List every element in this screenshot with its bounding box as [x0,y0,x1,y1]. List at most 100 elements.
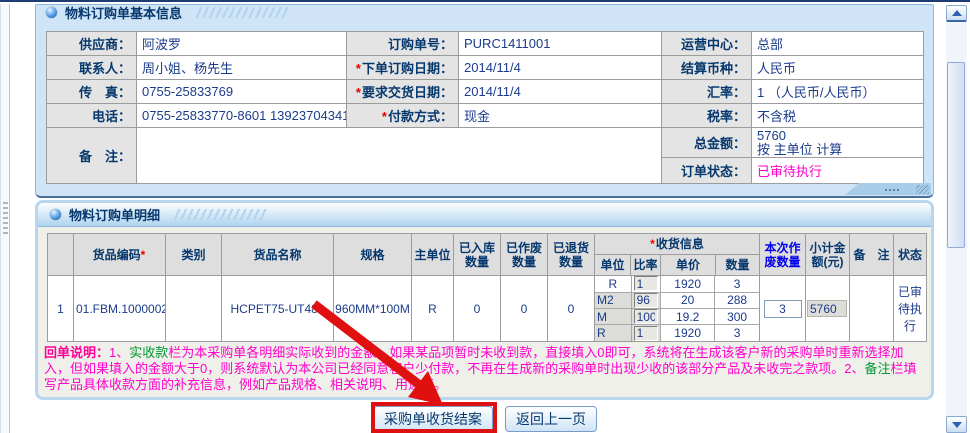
rate-value: 1 （人民币/人民币） [752,80,924,104]
order-date-value: 2014/11/4 [459,56,662,80]
recv-qty: 300 [715,309,759,325]
col-remark: 备 注 [850,234,894,276]
total-value: 5760 按 主单位 计算 [752,128,924,158]
header-hatch-decoration [196,7,288,18]
header-hatch-decoration [174,209,266,220]
rate-label: 汇率： [662,80,752,104]
order-status-value: 已审待执行 [752,158,924,184]
fax-value: 0755-25833769 [137,80,347,104]
col-recv-qty: 数量 [716,255,760,276]
required-mark: * [356,61,361,76]
supplier-value: 阿波罗 [137,32,347,56]
recv-price: 20 [661,292,715,308]
basic-info-header: 物料订购单基本信息 [36,5,933,19]
receiving-row: R 1920 3 [595,325,759,341]
scrollbar-track[interactable] [946,24,967,414]
contact-label: 联系人： [47,56,137,80]
order-date-label: *下单订购日期： [347,56,459,80]
col-void-qty: 已作废数量 [501,234,548,276]
item-code: 01.FBM.1000002 [74,276,166,342]
subtotal-cell [806,276,850,342]
col-in-qty: 已入库数量 [454,234,501,276]
recv-ratio-cell [631,325,661,341]
item-category [166,276,222,342]
arrow-up-icon [952,10,962,16]
settle-receiving-button[interactable]: 采购单收货结案 [373,406,493,432]
item-void-qty: 0 [501,276,548,342]
receiving-row: M 19.2 300 [595,309,759,325]
vertical-scrollbar [946,5,967,433]
scrollbar-thumb[interactable] [947,62,965,248]
note-text: 栏为本采购单各明细实际收到的金额，如果某品项暂时未收到款，直接填入0即可，系统将… [44,345,904,376]
col-return-qty: 已退货数量 [548,234,595,276]
recv-price: 19.2 [661,309,715,325]
scroll-up-button[interactable] [946,5,967,22]
col-main-unit: 主单位 [412,234,454,276]
required-mark: * [356,85,361,100]
tax-label: 税率： [662,104,752,128]
panel-footer [36,183,933,196]
col-row-number [48,234,74,276]
this-void-qty-input[interactable] [764,300,802,318]
receiving-info-cell: R 1920 3 M2 20 288 M [595,276,760,342]
recv-ratio-cell [631,309,661,325]
center-value: 总部 [752,32,924,56]
recv-qty: 3 [715,325,759,341]
total-calc-note: 按 主单位 计算 [757,143,923,157]
receiving-row: M2 20 288 [595,292,759,308]
basic-info-panel: 物料订购单基本信息 供应商： 阿波罗 订购单号： PURC1411001 运营中… [35,4,934,198]
note-keyword: 备注 [864,361,890,376]
required-mark: * [382,109,387,124]
note-label: 回单说明： [44,345,109,360]
section-bullet-icon [46,7,57,18]
total-label: 总金额： [662,128,752,158]
remark-label: 备 注： [47,128,137,184]
back-button[interactable]: 返回上一页 [505,406,597,432]
item-name: HCPET75-UT480 [222,276,334,342]
note-keyword: 实收款 [129,345,168,360]
recv-ratio-input [634,309,659,324]
recv-ratio-input [634,276,659,291]
total-amount: 5760 [757,129,923,143]
receipt-note: 回单说明：1、实收款栏为本采购单各明细实际收到的金额，如果某品项暂时未收到款，直… [44,345,927,393]
splitter-grip-icon [3,202,8,236]
detail-panel: 物料订购单明细 货品编码* 类别 货品名称 规格 主单位 已入库数量 已作废数量… [35,200,934,400]
action-bar: 采购单收货结案 返回上一页 [0,406,970,432]
col-category: 类别 [166,234,222,276]
recv-unit: M2 [595,292,631,308]
recv-unit: R [595,276,631,292]
col-receiving-group: *收货信息 [595,234,760,255]
item-remark [850,276,894,342]
detail-header: 物料订购单明细 [38,203,931,227]
center-label: 运营中心： [662,32,752,56]
this-void-qty-cell [760,276,806,342]
detail-row: 1 01.FBM.1000002 HCPET75-UT480 960MM*100… [48,276,927,342]
item-status: 已审待执行 [894,276,927,342]
detail-title: 物料订购单明细 [69,205,160,224]
recv-qty: 288 [715,292,759,308]
recv-qty: 3 [715,276,759,292]
col-recv-price: 单价 [661,255,716,276]
recv-unit: M [595,309,631,325]
resize-grip-icon[interactable] [916,185,929,194]
col-recv-unit: 单位 [595,255,631,276]
col-subtotal: 小计金额(元) [806,234,850,276]
contact-value: 周小姐、杨先生 [137,56,347,80]
delivery-date-value: 2014/11/4 [459,80,662,104]
item-spec: 960MM*100M [334,276,412,342]
col-item-code: 货品编码* [74,234,166,276]
left-panel-splitter[interactable] [0,4,10,433]
recv-unit: R [595,325,631,341]
order-no-label: 订购单号： [347,32,459,56]
page: 物料订购单基本信息 供应商： 阿波罗 订购单号： PURC1411001 运营中… [0,0,970,433]
phone-value: 0755-25833770-8601 13923704341 [137,104,347,128]
payment-label: *付款方式： [347,104,459,128]
recv-ratio-input [634,326,659,341]
supplier-label: 供应商： [47,32,137,56]
detail-table: 货品编码* 类别 货品名称 规格 主单位 已入库数量 已作废数量 已退货数量 *… [47,233,927,342]
recv-price: 1920 [661,276,715,292]
fax-label: 传 真： [47,80,137,104]
tax-value: 不含税 [752,104,924,128]
receiving-table: R 1920 3 M2 20 288 M [595,276,759,341]
receiving-row: R 1920 3 [595,276,759,292]
